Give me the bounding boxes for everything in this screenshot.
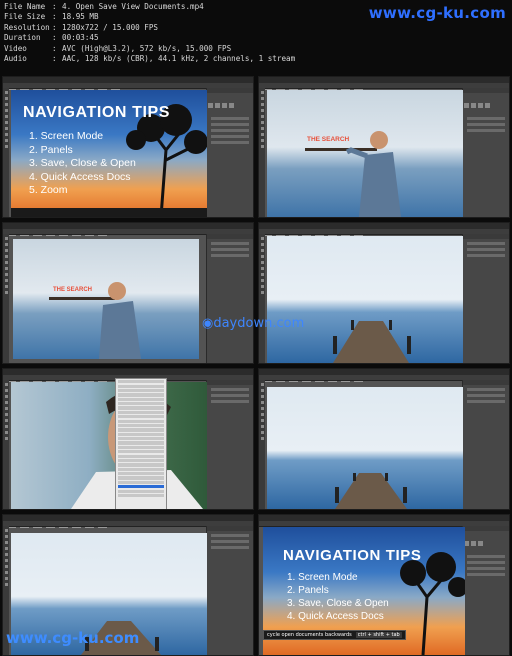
- tools-panel: [259, 380, 265, 509]
- daydown-logo-icon: ◉: [202, 316, 214, 331]
- layers-panel: [462, 380, 509, 509]
- photo-canvas: [267, 387, 463, 509]
- watermark-top: www.cg-ku.com: [368, 4, 506, 22]
- keyboard-shortcut: ctrl + shift + tab: [355, 632, 402, 638]
- video-frame-3: THE SEARCH: [2, 222, 254, 364]
- photo-canvas: THE SEARCH: [13, 239, 199, 359]
- tools-panel: [3, 380, 9, 509]
- search-label: THE SEARCH: [307, 136, 350, 143]
- slide-list: 1. Screen Mode 2. Panels 3. Save, Close …: [29, 130, 136, 198]
- photo-canvas: [11, 382, 207, 509]
- photo-canvas: [267, 236, 463, 363]
- watermark-middle: ◉daydown.com: [202, 316, 305, 331]
- file-info-row: Duration:00:03:45: [4, 33, 99, 43]
- file-info-row: Audio: AAC, 128 kb/s (CBR), 44.1 kHz, 2 c…: [4, 54, 296, 64]
- slide-item: 2. Panels: [287, 585, 329, 596]
- slide-item: 4. Quick Access Docs: [29, 170, 131, 183]
- man-with-telescope: [305, 131, 401, 217]
- slide-item: 1. Screen Mode: [287, 572, 358, 583]
- file-info-row: Resolution:1280x722 / 15.000 FPS: [4, 22, 159, 32]
- shortcut-tooltip: cycle open documents backwards ctrl + shi…: [263, 630, 406, 640]
- search-label: THE SEARCH: [53, 287, 93, 293]
- layers-panel: [206, 526, 253, 655]
- layers-panel: [462, 526, 509, 655]
- slide-item: 1. Screen Mode: [29, 130, 104, 142]
- tools-panel: [3, 88, 9, 217]
- slide-item: 3. Save, Close & Open: [29, 157, 136, 169]
- slide-canvas: NAVIGATION TIPS 1. Screen Mode 2. Panels…: [11, 90, 207, 217]
- video-frame-1: NAVIGATION TIPS 1. Screen Mode 2. Panels…: [2, 76, 254, 218]
- tools-panel: [259, 234, 265, 363]
- video-frame-4: [258, 222, 510, 364]
- slide-title: NAVIGATION TIPS: [23, 104, 171, 121]
- watermark-bottom: www.cg-ku.com: [6, 629, 140, 647]
- slide-item: 2. Panels: [29, 143, 73, 156]
- slide-item: 3. Save, Close & Open: [287, 598, 389, 609]
- file-info-row: Video: AVC (High@L3.2), 572 kb/s, 15.000 …: [4, 43, 232, 53]
- slide-item: 5. Zoom: [29, 184, 68, 196]
- layers-panel: [206, 380, 253, 509]
- tools-panel: [3, 234, 9, 363]
- thumbnail-grid: NAVIGATION TIPS 1. Screen Mode 2. Panels…: [0, 72, 512, 656]
- slide-item: 4. Quick Access Docs: [287, 611, 384, 622]
- tools-panel: [259, 88, 265, 217]
- slide-list: 1. Screen Mode 2. Panels 3. Save, Close …: [287, 571, 389, 623]
- wooden-pier: [333, 320, 411, 363]
- portrait-man: [71, 390, 203, 509]
- slide-title: NAVIGATION TIPS: [283, 547, 422, 564]
- man-with-telescope: [49, 282, 141, 359]
- layers-panel: [462, 88, 509, 217]
- video-frame-2: THE SEARCH: [258, 76, 510, 218]
- video-frame-8: NAVIGATION TIPS 1. Screen Mode 2. Panels…: [258, 514, 510, 656]
- window-menu-dropdown[interactable]: [115, 378, 167, 509]
- video-frame-6: [258, 368, 510, 510]
- layers-panel: [206, 88, 253, 217]
- layers-panel: [462, 234, 509, 363]
- photo-canvas: THE SEARCH: [267, 90, 463, 217]
- slide-canvas: NAVIGATION TIPS 1. Screen Mode 2. Panels…: [263, 527, 465, 655]
- wooden-pier: [335, 473, 407, 509]
- video-frame-5: [2, 368, 254, 510]
- layers-panel: [206, 234, 253, 363]
